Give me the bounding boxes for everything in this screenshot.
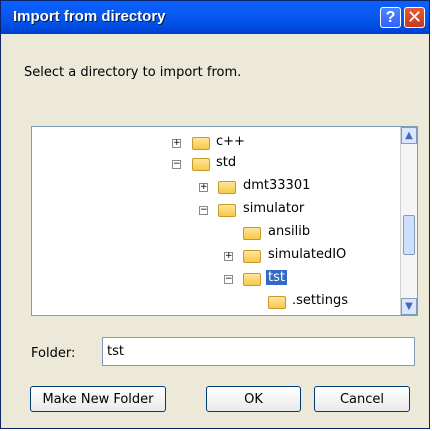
tree-item-label: std xyxy=(216,155,237,170)
title-bar: Import from directory ? ✕ xyxy=(1,1,429,34)
scroll-down-button[interactable]: ▼ xyxy=(401,298,417,315)
tree-item-label: simulator xyxy=(243,201,305,216)
tree-item-selected[interactable]: − tst xyxy=(32,267,402,290)
cancel-label: Cancel xyxy=(339,391,385,407)
ok-button[interactable]: OK xyxy=(206,386,301,412)
folder-icon xyxy=(243,273,261,286)
close-icon: ✕ xyxy=(406,7,423,27)
instruction-text: Select a directory to import from. xyxy=(24,65,242,80)
help-icon: ? xyxy=(385,8,396,26)
dialog-window: Import from directory ? ✕ Select a direc… xyxy=(0,0,430,429)
tree-item[interactable]: .settings xyxy=(32,290,402,313)
tree-item-label: tst xyxy=(266,270,287,285)
tree-item[interactable]: + c++ xyxy=(32,131,402,154)
make-new-folder-label: Make New Folder xyxy=(42,391,154,407)
expand-icon[interactable]: + xyxy=(199,183,208,192)
help-button[interactable]: ? xyxy=(380,7,401,28)
folder-input[interactable] xyxy=(102,337,415,366)
tree-item[interactable]: − simulator xyxy=(32,198,402,221)
make-new-folder-button[interactable]: Make New Folder xyxy=(30,386,166,412)
folder-icon xyxy=(218,181,236,194)
scroll-thumb[interactable] xyxy=(403,215,415,255)
close-button[interactable]: ✕ xyxy=(404,7,425,28)
collapse-icon[interactable]: − xyxy=(224,275,233,284)
folder-icon xyxy=(218,204,236,217)
tree-item[interactable]: + simulatedIO xyxy=(32,244,402,267)
ok-label: OK xyxy=(244,391,263,407)
folder-icon xyxy=(243,250,261,263)
tree-item-label: ansilib xyxy=(268,224,311,239)
folder-icon xyxy=(268,296,286,309)
expand-icon[interactable]: + xyxy=(224,252,233,261)
expand-icon[interactable]: + xyxy=(172,139,181,148)
folder-icon xyxy=(192,158,210,171)
tree-item-label: simulatedIO xyxy=(268,247,347,262)
tree-item-label: dmt33301 xyxy=(243,178,311,193)
window-title: Import from directory xyxy=(13,8,166,25)
folder-icon xyxy=(192,137,210,150)
cancel-button[interactable]: Cancel xyxy=(314,386,410,412)
tree-item[interactable]: + dmt33301 xyxy=(32,175,402,198)
folder-label: Folder: xyxy=(31,346,76,361)
vertical-scrollbar[interactable]: ▲ ▼ xyxy=(400,127,417,315)
folder-icon xyxy=(243,227,261,240)
tree-item-label: .settings xyxy=(292,293,348,308)
tree-item[interactable]: ansilib xyxy=(32,221,402,244)
tree-item-label: c++ xyxy=(216,134,245,149)
folder-tree[interactable]: + c++ − std + dmt33301 − simulator ansil… xyxy=(31,126,418,316)
collapse-icon[interactable]: − xyxy=(172,160,181,169)
scroll-up-button[interactable]: ▲ xyxy=(401,127,417,144)
tree-item[interactable]: − std xyxy=(32,152,402,175)
collapse-icon[interactable]: − xyxy=(199,206,208,215)
